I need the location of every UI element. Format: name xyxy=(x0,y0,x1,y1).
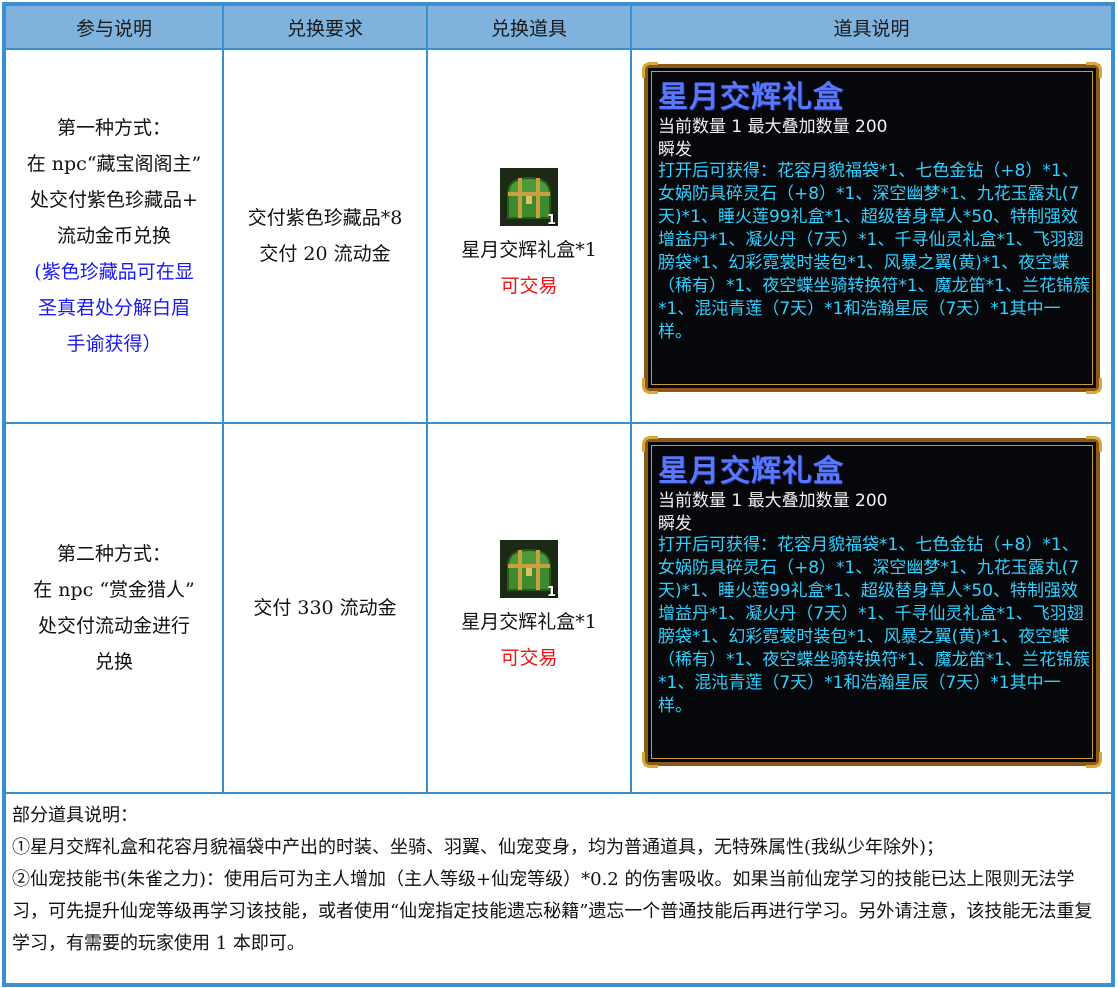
row2-item: 1 星月交辉礼盒*1 可交易 xyxy=(426,422,632,794)
tooltip-quantity: 当前数量 1 最大叠加数量 200 xyxy=(658,117,888,137)
method-note-line: 手谕获得） xyxy=(66,333,162,355)
row1-description: 星月交辉礼盒 当前数量 1 最大叠加数量 200 瞬发 打开后可获得：花容月貌福… xyxy=(630,48,1113,424)
header-item: 兑换道具 xyxy=(426,4,632,50)
item-name: 星月交辉礼盒*1 xyxy=(461,239,597,261)
header-requirement: 兑换要求 xyxy=(222,4,428,50)
row2-method: 第二种方式： 在 npc “赏金猎人” 处交付流动金进行 兑换 xyxy=(4,422,224,794)
method-line: 在 npc “赏金猎人” xyxy=(33,579,195,601)
requirement-line: 交付紫色珍藏品*8 xyxy=(247,207,403,229)
item-name: 星月交辉礼盒*1 xyxy=(461,611,597,633)
frame-corner-ornament xyxy=(1086,62,1102,78)
row1-method: 第一种方式： 在 npc“藏宝阁阁主” 处交付紫色珍藏品+ 流动金币兑换 (紫色… xyxy=(4,48,224,424)
tooltip-description: 打开后可获得：花容月貌福袋*1、七色金钻（+8）*1、女娲防具碎灵石（+8）*1… xyxy=(658,535,1090,716)
frame-corner-ornament xyxy=(642,752,658,768)
row2-requirement: 交付 330 流动金 xyxy=(222,422,428,794)
requirement-line: 交付 20 流动金 xyxy=(259,243,391,265)
notes-section: 部分道具说明： ①星月交辉礼盒和花容月貌福袋中产出的时装、坐骑、羽翼、仙宠变身，… xyxy=(4,792,1113,985)
tooltip-title: 星月交辉礼盒 xyxy=(658,80,844,115)
tradable-label: 可交易 xyxy=(500,647,558,669)
method-note-line: (紫色珍藏品可在显 xyxy=(34,261,194,283)
requirement-line: 交付 330 流动金 xyxy=(253,597,397,619)
method-line: 第一种方式： xyxy=(56,117,171,139)
row2-description: 星月交辉礼盒 当前数量 1 最大叠加数量 200 瞬发 打开后可获得：花容月貌福… xyxy=(630,422,1113,794)
header-requirement-label: 兑换要求 xyxy=(286,17,363,40)
exchange-table: 参与说明 兑换要求 兑换道具 道具说明 第一种方式： 在 npc“藏宝阁阁主” … xyxy=(2,2,1115,987)
row1-requirement: 交付紫色珍藏品*8 交付 20 流动金 xyxy=(222,48,428,424)
tooltip-description: 打开后可获得：花容月貌福袋*1、七色金钻（+8）*1、女娲防具碎灵石（+8）*1… xyxy=(658,161,1090,342)
method-line: 第二种方式： xyxy=(56,543,171,565)
notes-item-1: ①星月交辉礼盒和花容月貌福袋中产出的时装、坐骑、羽翼、仙宠变身，均为普通道具，无… xyxy=(12,837,945,858)
header-description-label: 道具说明 xyxy=(833,17,910,40)
method-line: 兑换 xyxy=(94,651,133,673)
frame-corner-ornament xyxy=(1086,378,1102,394)
header-participation: 参与说明 xyxy=(4,4,224,50)
tooltip-title: 星月交辉礼盒 xyxy=(658,454,844,489)
notes-item-2: ②仙宠技能书(朱雀之力)：使用后可为主人增加（主人等级+仙宠等级）*0.2 的伤… xyxy=(12,869,1093,954)
method-line: 处交付流动金进行 xyxy=(37,615,190,637)
item-count: 1 xyxy=(546,585,556,600)
frame-corner-ornament xyxy=(642,62,658,78)
frame-corner-ornament xyxy=(642,436,658,452)
tooltip-cast: 瞬发 xyxy=(658,514,692,534)
frame-corner-ornament xyxy=(1086,436,1102,452)
method-line: 处交付紫色珍藏品+ xyxy=(30,189,198,211)
frame-corner-ornament xyxy=(1086,752,1102,768)
notes-heading: 部分道具说明： xyxy=(12,805,138,826)
item-tooltip: 星月交辉礼盒 当前数量 1 最大叠加数量 200 瞬发 打开后可获得：花容月貌福… xyxy=(642,436,1102,768)
treasure-chest-icon[interactable]: 1 xyxy=(500,540,558,600)
header-description: 道具说明 xyxy=(630,4,1113,50)
header-item-label: 兑换道具 xyxy=(490,17,567,40)
method-line: 流动金币兑换 xyxy=(56,225,171,247)
tooltip-cast: 瞬发 xyxy=(658,140,692,160)
method-note-line: 圣真君处分解白眉 xyxy=(37,297,190,319)
frame-corner-ornament xyxy=(642,378,658,394)
item-tooltip: 星月交辉礼盒 当前数量 1 最大叠加数量 200 瞬发 打开后可获得：花容月貌福… xyxy=(642,62,1102,394)
treasure-chest-icon[interactable]: 1 xyxy=(500,168,558,228)
tooltip-quantity: 当前数量 1 最大叠加数量 200 xyxy=(658,491,888,511)
tradable-label: 可交易 xyxy=(500,275,558,297)
method-line: 在 npc“藏宝阁阁主” xyxy=(26,153,202,175)
row1-item: 1 星月交辉礼盒*1 可交易 xyxy=(426,48,632,424)
header-participation-label: 参与说明 xyxy=(75,17,152,40)
item-count: 1 xyxy=(546,213,556,228)
